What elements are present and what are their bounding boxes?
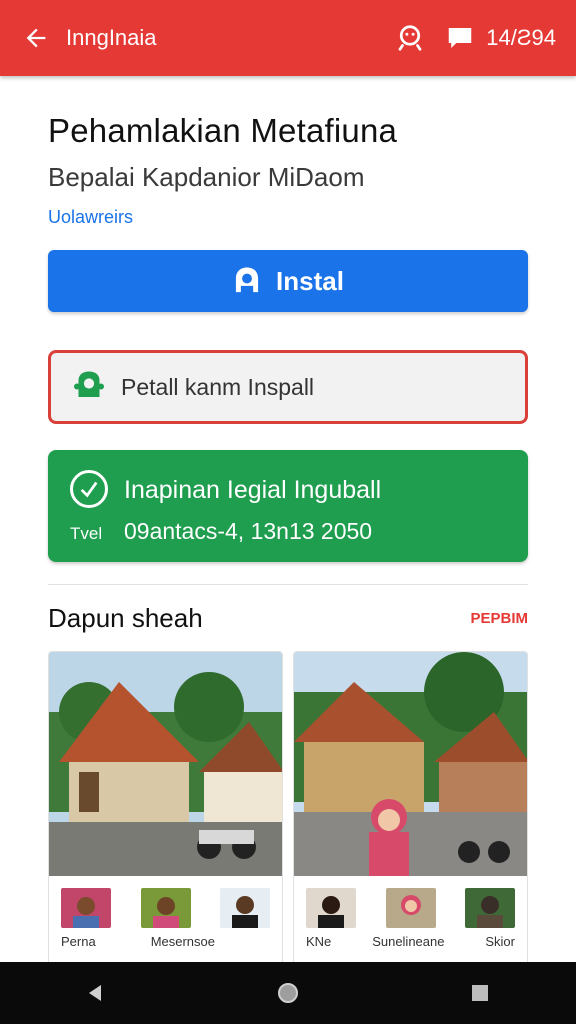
arrow-left-icon	[26, 28, 46, 48]
village-photo	[294, 652, 527, 876]
update-info-tag: Tvel	[70, 524, 103, 543]
person-thumbnail	[465, 888, 515, 928]
thumbnail-name: Perna	[61, 934, 96, 949]
section-header: Dapun sheah PEPBIM	[48, 603, 528, 634]
divider	[48, 584, 528, 585]
secondary-install-label: Petall kanm Inspall	[121, 373, 315, 400]
app-subtitle: Bepalai Kapdanior MiDaom	[48, 162, 365, 192]
app-title: Pehamlakian Metafiuna	[48, 112, 398, 149]
photo-card[interactable]: KNe Sunelineane Skior	[293, 651, 528, 971]
top-app-bar: InngInaia 14/Ƨ94	[0, 0, 576, 76]
people-thumbnail	[140, 888, 191, 928]
secondary-install-button[interactable]: Petall kanm Inspall	[48, 350, 528, 424]
person-thumbnail	[306, 888, 356, 928]
update-info-title: Inapinan Iegial Inguball	[124, 476, 382, 504]
circle-home-icon	[278, 983, 298, 1003]
message-button[interactable]	[440, 18, 480, 58]
thumbnail-name: Sunelineane	[372, 934, 445, 949]
android-icon	[232, 265, 262, 297]
system-nav-bar	[0, 962, 576, 1024]
update-info-date: 09antacs-4, 13n13 2050	[124, 518, 373, 544]
nav-back-button[interactable]	[66, 968, 126, 1018]
thumbnail-name: KNe	[306, 934, 332, 949]
thumbnail-name: Mesernsoe	[150, 934, 215, 949]
person-thumbnail	[385, 888, 436, 928]
install-button[interactable]: Instal	[48, 250, 528, 312]
square-recents-icon	[472, 985, 488, 1001]
message-icon	[449, 28, 472, 48]
app-bar-title: InngInaia	[66, 25, 157, 50]
nav-recents-button[interactable]	[450, 968, 510, 1018]
nav-home-button[interactable]	[258, 968, 318, 1018]
people-thumbnail	[61, 888, 111, 928]
check-circle-icon	[70, 470, 108, 508]
thumbnail-name: Skior	[485, 934, 515, 949]
back-button[interactable]	[16, 18, 56, 58]
person-thumbnail	[220, 888, 270, 928]
section-more-link[interactable]: PEPBIM	[470, 610, 528, 627]
photo-card[interactable]: Perna Mesernsoe	[48, 651, 283, 971]
search-face-icon	[398, 25, 422, 51]
robot-icon	[71, 367, 107, 408]
triangle-back-icon	[89, 985, 101, 1001]
search-button[interactable]	[390, 18, 430, 58]
developer-link[interactable]: Uolawreirs	[48, 207, 528, 228]
village-photo	[49, 652, 282, 876]
section-title: Dapun sheah	[48, 603, 203, 633]
main-content: Pehamlakian Metafiuna Bepalai Kapdanior …	[48, 76, 528, 634]
update-info-card[interactable]: Inapinan Iegial Inguball Tvel 09antacs-4…	[48, 450, 528, 562]
install-button-label: Instal	[276, 265, 344, 296]
page-counter: 14/Ƨ94	[486, 25, 556, 50]
photo-cards: Perna Mesernsoe KNe Sunelineane Skior	[48, 651, 528, 971]
